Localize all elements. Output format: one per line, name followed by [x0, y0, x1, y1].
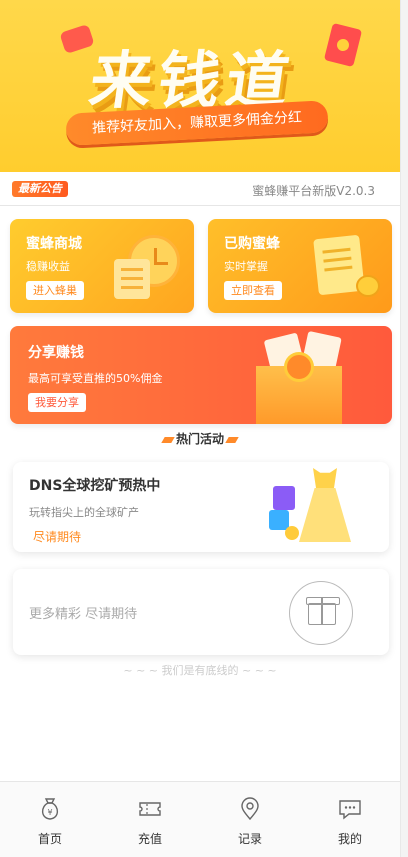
dns-mining-card[interactable]: DNS全球挖矿预热中 玩转指尖上的全球矿产 尽请期待	[13, 462, 389, 552]
enter-hive-button[interactable]: 进入蜂巢	[26, 281, 84, 300]
bee-mall-subtitle: 稳赚收益	[26, 260, 70, 273]
tab-mine-label: 我的	[337, 832, 362, 846]
title-mark-icon	[161, 436, 175, 443]
shopping-bag-icon	[269, 510, 289, 530]
location-icon	[241, 797, 259, 821]
activity-status: 尽请期待	[33, 530, 82, 544]
coins-icon	[356, 275, 380, 297]
tab-records-label: 记录	[237, 832, 262, 846]
svg-text:¥: ¥	[47, 808, 52, 817]
bee-mall-title: 蜜蜂商城	[26, 236, 82, 252]
more-coming-text: 更多精彩 尽请期待	[29, 607, 138, 622]
share-earn-title: 分享赚钱	[28, 345, 84, 361]
view-now-button[interactable]: 立即查看	[224, 281, 282, 300]
tab-records[interactable]: 记录	[200, 782, 300, 857]
scrollbar-track[interactable]	[400, 0, 408, 857]
activity-subtitle: 玩转指尖上的全球矿产	[29, 506, 139, 519]
bottom-tab-bar: ¥ 首页 充值 记录 我的	[0, 781, 400, 857]
list-icon	[114, 259, 150, 299]
title-mark-icon	[225, 436, 239, 443]
bee-mall-card[interactable]: 蜜蜂商城 稳赚收益 进入蜂巢	[10, 219, 194, 313]
gift-icon	[289, 581, 353, 645]
money-bag-icon: ¥	[41, 798, 59, 820]
share-earn-card[interactable]: 分享赚钱 最高可享受直推的50%佣金 我要分享	[10, 326, 392, 424]
hot-activities-label: 热门活动	[175, 432, 224, 446]
bought-bees-subtitle: 实时掌握	[224, 260, 268, 273]
activity-title: DNS全球挖矿预热中	[29, 478, 161, 494]
share-earn-subtitle: 最高可享受直推的50%佣金	[28, 372, 163, 385]
dress-icon	[295, 466, 355, 546]
more-coming-card: 更多精彩 尽请期待	[13, 569, 389, 655]
bottom-line-text: ~ ~ ~ 我们是有底线的 ~ ~ ~	[123, 664, 277, 677]
tab-recharge-label: 充值	[137, 832, 162, 846]
shopping-bag-icon	[273, 486, 295, 510]
share-button[interactable]: 我要分享	[28, 393, 86, 412]
bought-bees-card[interactable]: 已购蜜蜂 实时掌握 立即查看	[208, 219, 392, 313]
tab-mine[interactable]: 我的	[300, 782, 400, 857]
chat-icon	[339, 800, 361, 820]
notice-text[interactable]: 蜜蜂赚平台新版V2.0.3	[252, 182, 375, 199]
tab-home-label: 首页	[37, 832, 62, 846]
hot-activities-heading: 热门活动	[0, 430, 400, 447]
tab-home[interactable]: ¥ 首页	[0, 782, 100, 857]
coin-icon	[284, 352, 314, 382]
tab-recharge[interactable]: 充值	[100, 782, 200, 857]
bought-bees-title: 已购蜜蜂	[224, 236, 280, 252]
ticket-icon	[139, 802, 161, 816]
notice-tag: 最新公告	[12, 181, 68, 197]
top-banner[interactable]: 来钱道 推荐好友加入，赚取更多佣金分红	[0, 0, 400, 172]
notice-bar[interactable]: 最新公告 蜜蜂赚平台新版V2.0.3	[0, 172, 400, 206]
